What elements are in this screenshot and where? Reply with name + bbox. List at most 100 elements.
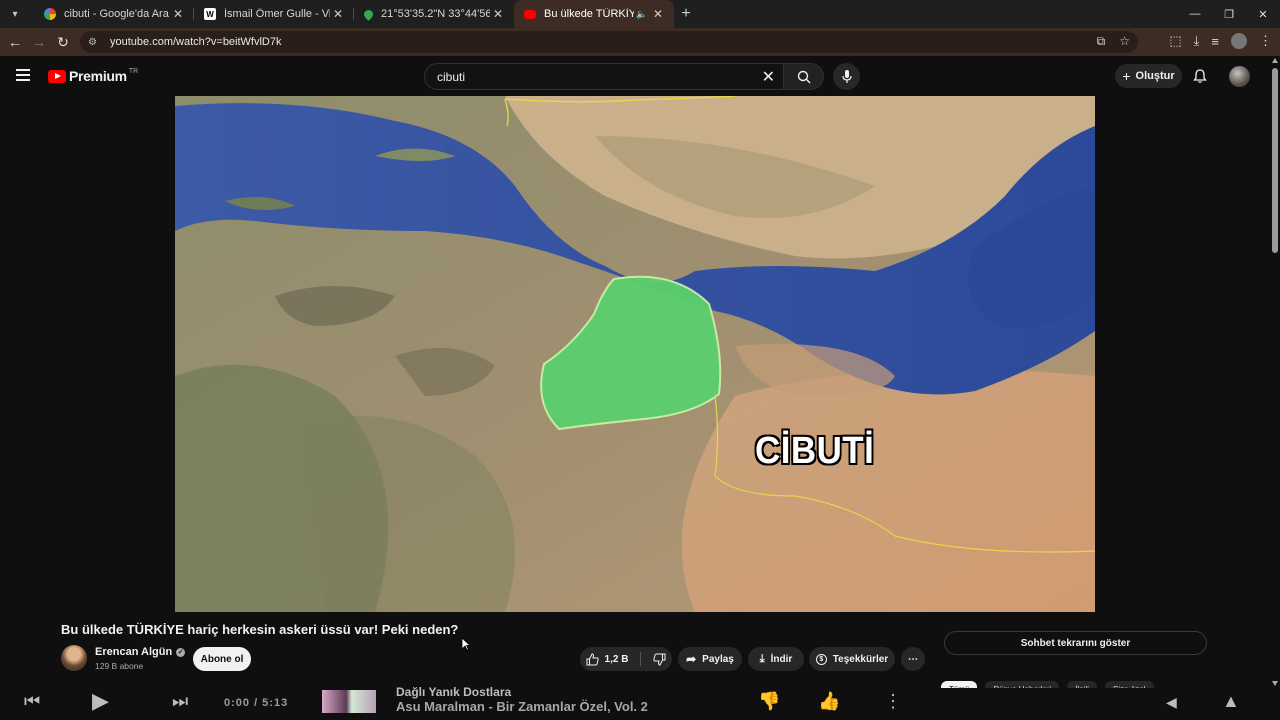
youtube-header: Premium TR cibuti ✕ + Oluştur [0, 56, 1270, 96]
microphone-icon [841, 69, 852, 83]
video-overlay-label: CİBUTİ [755, 430, 875, 472]
browser-tab[interactable]: 21°53'35.2"N 33°44'56.5"E - Go ✕ [354, 0, 514, 28]
maps-pin-icon [362, 7, 375, 21]
play-icon[interactable]: ▶ [92, 688, 109, 714]
downloads-icon[interactable]: ⤓ [1194, 33, 1200, 49]
youtube-premium-logo[interactable]: Premium TR [48, 68, 138, 84]
search-icon [797, 70, 810, 83]
share-icon: ➦ [686, 652, 697, 666]
browser-menu-icon[interactable]: ⋮ [1259, 33, 1272, 49]
close-tab-icon[interactable]: ✕ [490, 7, 506, 21]
country-code: TR [128, 67, 139, 75]
subscriber-count: 129 B abone [95, 661, 144, 671]
close-tab-icon[interactable]: ✕ [650, 7, 666, 21]
tab-title: Bu ülkede TÜRKİYE hariç he [544, 8, 634, 20]
video-player[interactable]: CİBUTİ [175, 96, 1095, 612]
show-chat-replay-button[interactable]: Sohbet tekrarını göster [944, 631, 1207, 655]
album-thumbnail[interactable] [322, 690, 376, 713]
install-app-icon[interactable]: ⧉ [1097, 34, 1106, 49]
like-track-icon[interactable]: 👍 [818, 691, 840, 712]
subscribe-button[interactable]: Abone ol [193, 647, 251, 671]
share-button[interactable]: ➦ Paylaş [678, 647, 742, 671]
close-tab-icon[interactable]: ✕ [330, 7, 346, 21]
browser-toolbar: ← → ↻ ⚙ youtube.com/watch?v=beitWfvlD7k … [0, 28, 1280, 56]
site-info-icon[interactable]: ⚙ [88, 37, 102, 48]
channel-avatar[interactable] [61, 645, 87, 671]
search-input[interactable]: cibuti ✕ [424, 63, 784, 90]
notifications-bell-icon[interactable] [1192, 68, 1208, 84]
like-dislike-group: 1,2 B [580, 647, 672, 671]
reading-list-icon[interactable]: ≡ [1211, 34, 1219, 49]
create-button[interactable]: + Oluştur [1115, 64, 1182, 88]
scroll-down-arrow-icon[interactable] [1272, 681, 1278, 686]
satellite-map-frame [175, 96, 1095, 612]
more-vertical-icon[interactable]: ⋮ [884, 691, 902, 712]
url-text: youtube.com/watch?v=beitWfvlD7k [110, 36, 282, 48]
scrollbar-thumb[interactable] [1272, 68, 1278, 253]
minimize-icon[interactable]: — [1178, 0, 1212, 28]
music-player-bar: ⏮ ▶ ⏭ 0:00 / 5:13 Dağlı Yanık Dostlara A… [0, 685, 1280, 720]
reload-icon[interactable]: ↻ [51, 34, 75, 51]
video-title: Bu ülkede TÜRKİYE hariç herkesin askeri … [61, 622, 459, 637]
search-value: cibuti [437, 69, 466, 84]
close-tab-icon[interactable]: ✕ [170, 7, 186, 21]
thanks-button[interactable]: $ Teşekkürler [809, 647, 895, 671]
clear-search-icon[interactable]: ✕ [762, 67, 775, 87]
channel-name-row[interactable]: Erencan Algün ✓ [95, 646, 186, 658]
thanks-label: Teşekkürler [832, 653, 889, 665]
google-icon [44, 8, 56, 20]
channel-name[interactable]: Erencan Algün [95, 646, 172, 658]
wikipedia-icon: W [204, 8, 216, 20]
dislike-track-icon[interactable]: 👎 [758, 691, 780, 712]
profile-icon[interactable] [1231, 33, 1247, 49]
guide-menu-icon[interactable] [16, 69, 30, 81]
mouse-cursor-icon [461, 637, 471, 651]
track-artist[interactable]: Asu Maralman - Bir Zamanlar Özel, Vol. 2 [396, 699, 648, 714]
download-label: İndir [770, 653, 793, 665]
window-controls: — ❐ ✕ [1178, 0, 1280, 28]
tab-title: İsmail Ömer Gulle - Vikipedi [224, 8, 330, 20]
voice-search-button[interactable] [833, 63, 860, 90]
browser-tab[interactable]: W İsmail Ömer Gulle - Vikipedi ✕ [194, 0, 354, 28]
super-thanks-icon: $ [815, 653, 827, 665]
like-count[interactable]: 1,2 B [605, 654, 629, 665]
share-label: Paylaş [702, 653, 734, 665]
browser-tab-active[interactable]: Bu ülkede TÜRKİYE hariç he 🔈 ✕ [514, 0, 674, 28]
search-button[interactable] [784, 63, 824, 90]
next-track-icon[interactable]: ⏭ [172, 691, 188, 712]
forward-icon[interactable]: → [27, 34, 51, 50]
youtube-play-logo-icon [48, 69, 66, 83]
dislike-icon[interactable] [653, 653, 666, 666]
address-bar[interactable]: ⚙ youtube.com/watch?v=beitWfvlD7k ⧉ ☆ [80, 31, 1138, 53]
more-horizontal-icon: ⋯ [908, 653, 918, 665]
chip-scroll-left-icon[interactable]: ◀ [1166, 694, 1177, 711]
restore-icon[interactable]: ❐ [1212, 0, 1246, 28]
account-avatar[interactable] [1229, 66, 1250, 87]
back-icon[interactable]: ← [3, 34, 27, 50]
page-scrollbar[interactable] [1270, 56, 1280, 688]
new-tab-button[interactable]: + [674, 5, 698, 23]
youtube-icon [524, 9, 536, 19]
extensions-icon[interactable]: ⬚ [1169, 33, 1181, 49]
logo-text: Premium [69, 68, 127, 84]
browser-tab-strip: ▾ cibuti - Google'da Ara ✕ W İsmail Ömer… [0, 0, 1280, 28]
expand-player-icon[interactable]: ▲ [1222, 691, 1240, 712]
like-icon[interactable] [586, 652, 599, 666]
more-actions-button[interactable]: ⋯ [901, 647, 925, 671]
tab-search-button[interactable]: ▾ [4, 3, 26, 25]
bookmark-star-icon[interactable]: ☆ [1119, 34, 1130, 49]
browser-tab[interactable]: cibuti - Google'da Ara ✕ [34, 0, 194, 28]
tab-title: cibuti - Google'da Ara [64, 8, 169, 20]
plus-icon: + [1122, 68, 1131, 84]
track-title[interactable]: Dağlı Yanık Dostlara [396, 685, 511, 699]
verified-badge-icon: ✓ [176, 647, 186, 657]
download-button[interactable]: ⤓ İndir [748, 647, 804, 671]
download-icon: ⤓ [759, 652, 765, 665]
speaker-icon[interactable]: 🔈 [634, 9, 650, 20]
playback-time: 0:00 / 5:13 [224, 697, 289, 709]
close-window-icon[interactable]: ✕ [1246, 0, 1280, 28]
scroll-up-arrow-icon[interactable] [1272, 58, 1278, 63]
tab-title: 21°53'35.2"N 33°44'56.5"E - Go [381, 8, 490, 20]
create-label: Oluştur [1135, 70, 1175, 82]
previous-track-icon[interactable]: ⏮ [24, 691, 40, 712]
